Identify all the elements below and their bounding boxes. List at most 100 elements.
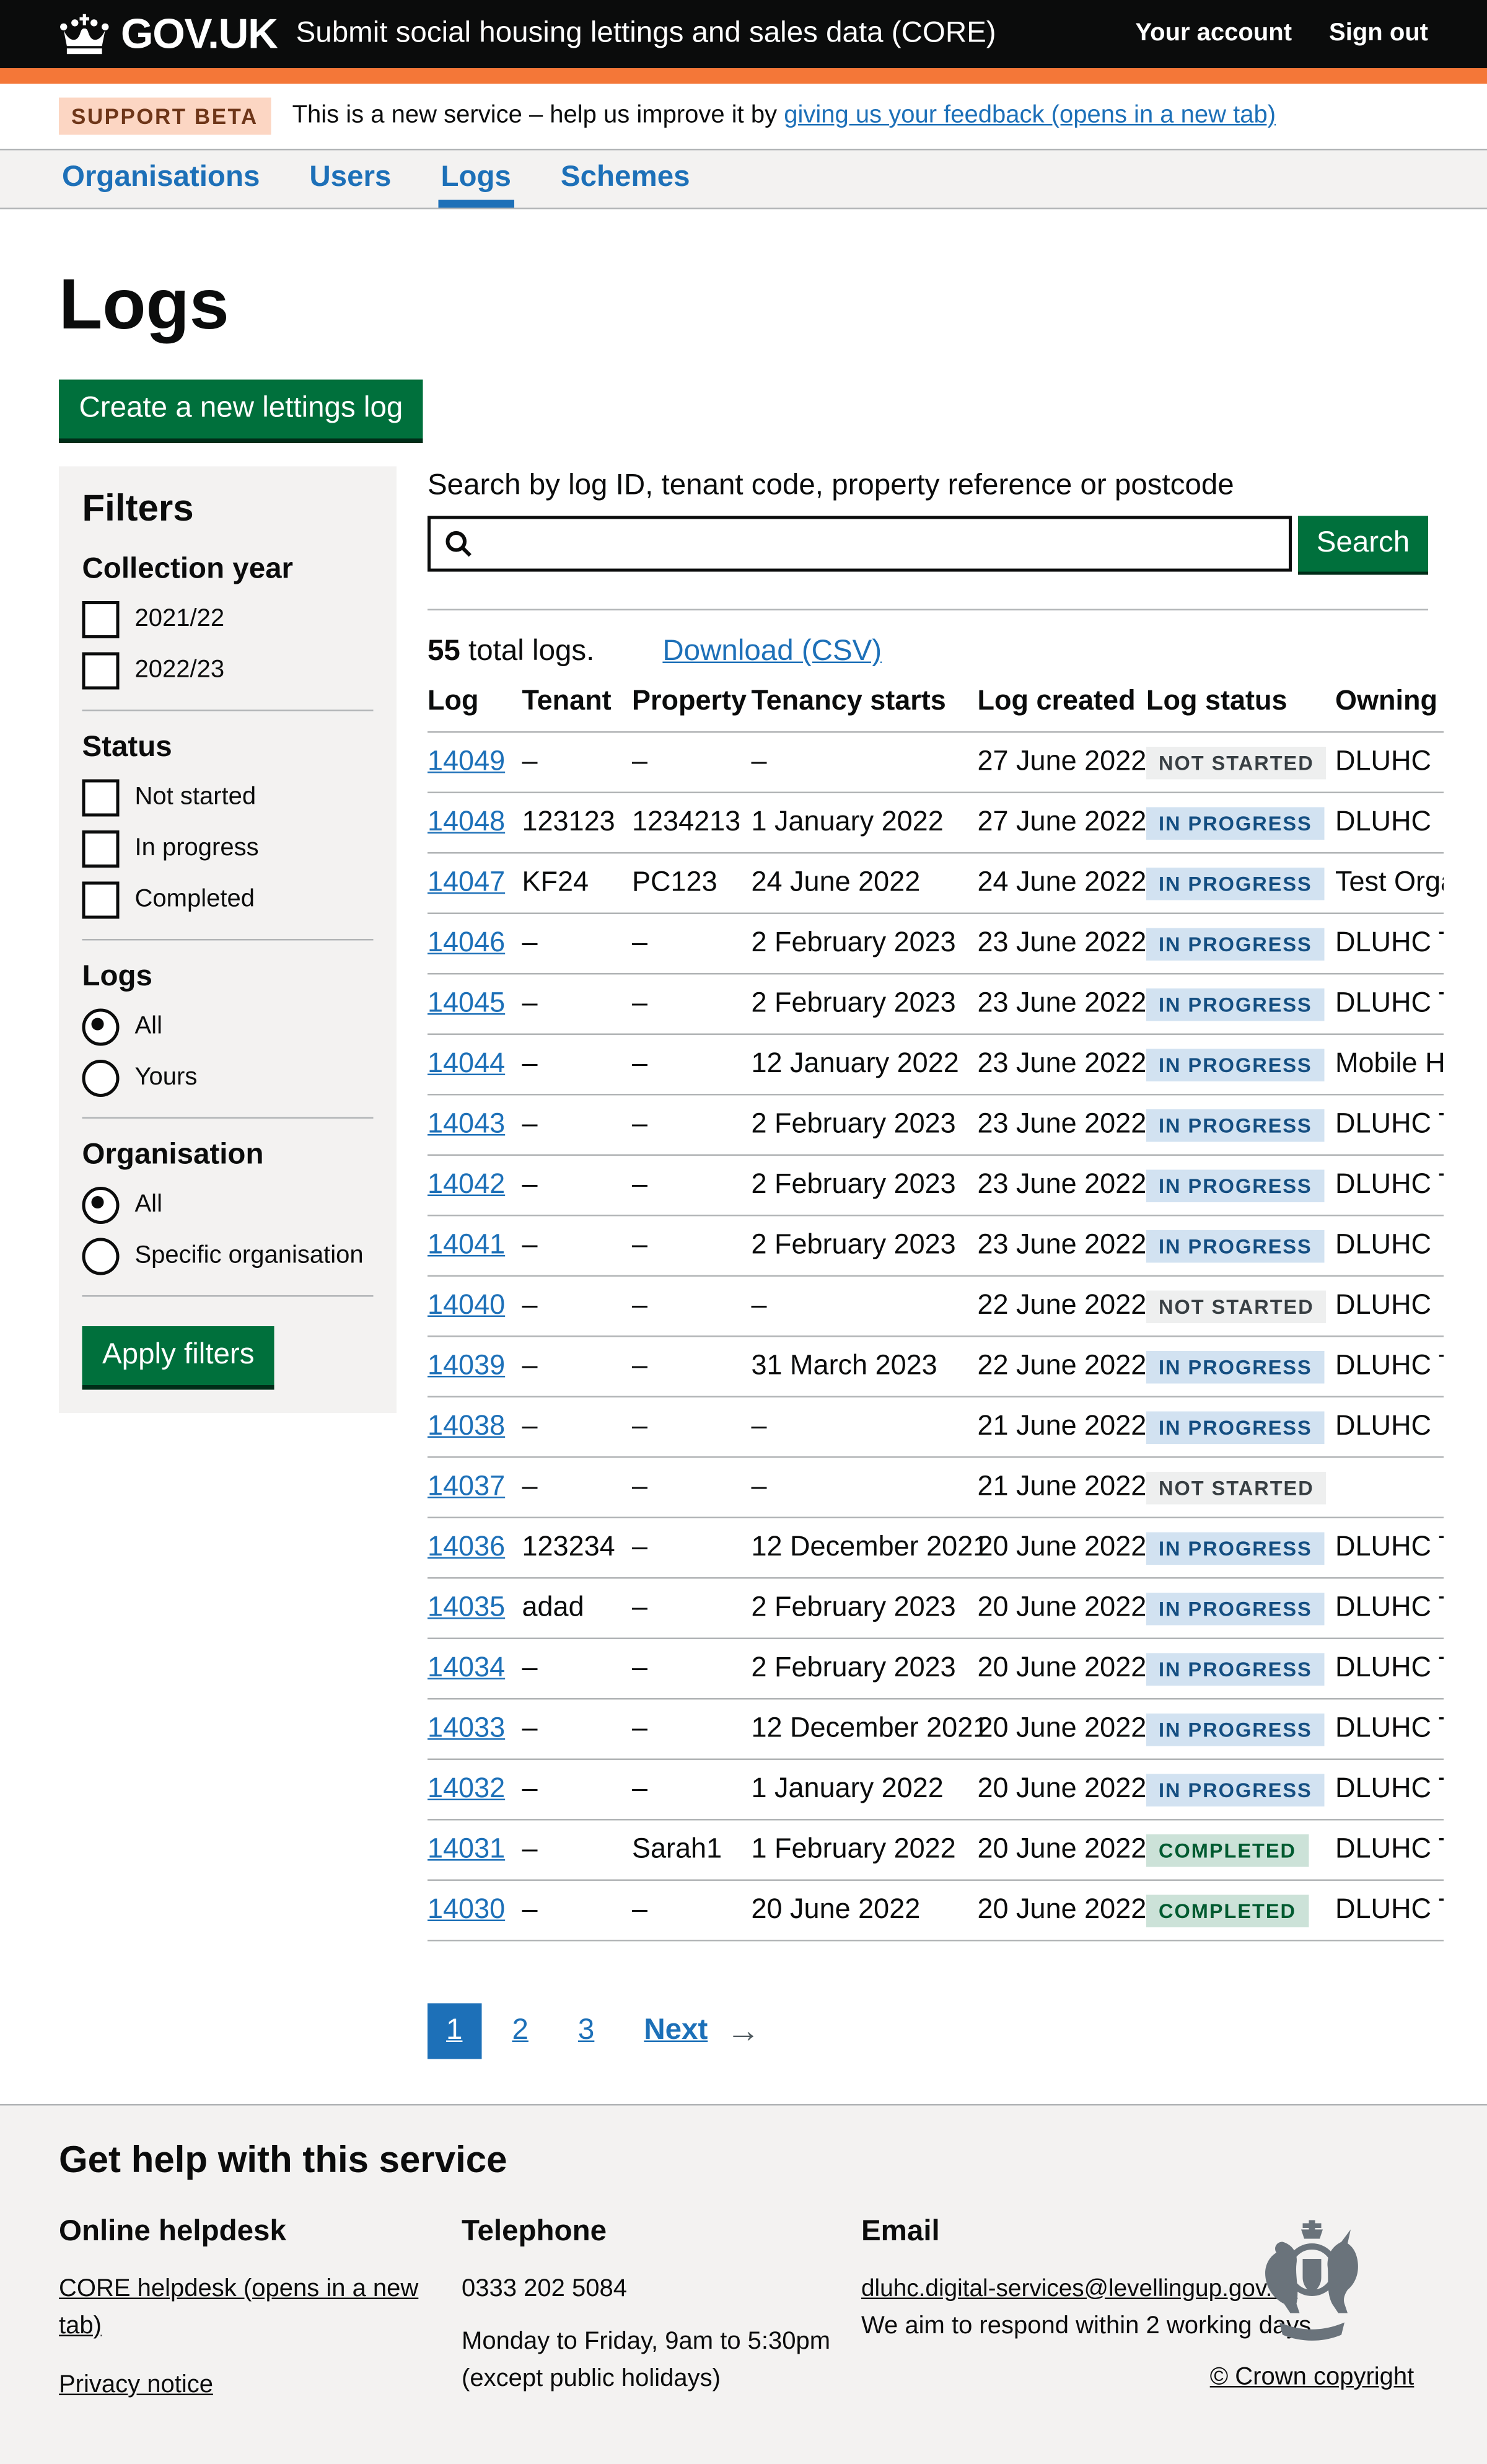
- log-id-cell: 14045: [428, 974, 522, 1034]
- search-input[interactable]: [483, 526, 1276, 563]
- header: GOV.UK Submit social housing lettings an…: [0, 0, 1487, 84]
- checkbox[interactable]: [82, 653, 120, 690]
- owning-organisation-cell: DLUHC: [1335, 732, 1444, 793]
- log-id-link[interactable]: 14030: [428, 1893, 505, 1924]
- nav-tab[interactable]: Organisations: [59, 151, 263, 208]
- log-id-link[interactable]: 14037: [428, 1471, 505, 1502]
- radio-button[interactable]: [82, 1009, 120, 1046]
- checkbox[interactable]: [82, 601, 120, 638]
- checkbox[interactable]: [82, 830, 120, 868]
- status-badge: IN PROGRESS: [1146, 1774, 1325, 1807]
- checkbox[interactable]: [82, 780, 120, 817]
- filter-divider: [82, 1295, 374, 1297]
- sign-out-link[interactable]: Sign out: [1329, 20, 1428, 48]
- phase-banner-message: This is a new service – help us improve …: [292, 102, 784, 129]
- feedback-link[interactable]: giving us your feedback (opens in a new …: [784, 102, 1276, 129]
- privacy-notice-link[interactable]: Privacy notice: [59, 2372, 213, 2400]
- pagination-page[interactable]: 1: [428, 2004, 481, 2059]
- govuk-home-link[interactable]: GOV.UK: [59, 10, 278, 58]
- log-id-link[interactable]: 14035: [428, 1591, 505, 1622]
- log-id-link[interactable]: 14031: [428, 1833, 505, 1864]
- log-id-link[interactable]: 14040: [428, 1289, 505, 1320]
- nav-tab[interactable]: Users: [306, 151, 394, 208]
- apply-filters-button[interactable]: Apply filters: [82, 1326, 275, 1385]
- log-id-link[interactable]: 14049: [428, 746, 505, 777]
- nav-tab[interactable]: Logs: [437, 151, 514, 208]
- log-id-link[interactable]: 14045: [428, 987, 505, 1018]
- log-status-cell: IN PROGRESS: [1146, 1397, 1335, 1458]
- log-id-cell: 14049: [428, 732, 522, 793]
- download-csv-link[interactable]: Download (CSV): [662, 635, 882, 669]
- telephone-hours-line2: (except public holidays): [462, 2361, 861, 2398]
- organisation-option[interactable]: Specific organisation: [82, 1238, 374, 1275]
- property-cell: –: [632, 913, 752, 974]
- tenant-cell: –: [522, 1880, 633, 1941]
- logs-option[interactable]: All: [82, 1009, 374, 1046]
- beta-tag: SUPPORT BETA: [59, 98, 271, 135]
- tenant-cell: adad: [522, 1578, 633, 1639]
- table-header-row: Log Tenant Property Tenancy starts Log c…: [428, 679, 1444, 732]
- service-name[interactable]: Submit social housing lettings and sales…: [296, 17, 996, 51]
- create-lettings-log-button[interactable]: Create a new lettings log: [59, 380, 423, 439]
- pagination-next-link[interactable]: Next: [644, 2014, 708, 2048]
- owning-organisation-cell: DLUHC Test: [1335, 1155, 1444, 1216]
- log-created-cell: 27 June 2022: [978, 732, 1147, 793]
- radio-button[interactable]: [82, 1238, 120, 1275]
- status-badge: IN PROGRESS: [1146, 1351, 1325, 1384]
- log-id-link[interactable]: 14034: [428, 1652, 505, 1683]
- log-id-link[interactable]: 14039: [428, 1350, 505, 1381]
- property-cell: PC123: [632, 853, 752, 913]
- log-id-cell: 14032: [428, 1759, 522, 1820]
- log-id-link[interactable]: 14043: [428, 1108, 505, 1139]
- search-row: Search: [428, 516, 1428, 572]
- tenancy-starts-cell: –: [752, 732, 978, 793]
- filter-group-organisation: Organisation All Specific organisation: [82, 1139, 374, 1275]
- tenant-cell: –: [522, 732, 633, 793]
- tenancy-starts-cell: 12 December 2021: [752, 1699, 978, 1759]
- log-status-cell: COMPLETED: [1146, 1880, 1335, 1941]
- log-created-cell: 23 June 2022: [978, 1094, 1147, 1155]
- log-id-link[interactable]: 14036: [428, 1531, 505, 1562]
- log-id-link[interactable]: 14042: [428, 1168, 505, 1199]
- online-helpdesk-title: Online helpdesk: [59, 2211, 462, 2255]
- radio-button[interactable]: [82, 1187, 120, 1224]
- log-status-cell: IN PROGRESS: [1146, 1215, 1335, 1276]
- log-id-cell: 14036: [428, 1518, 522, 1578]
- organisation-heading: Organisation: [82, 1139, 374, 1173]
- collection-year-option[interactable]: 2022/23: [82, 653, 374, 690]
- col-header-owning-organisation: Owning organisation: [1335, 679, 1444, 732]
- checkbox[interactable]: [82, 882, 120, 919]
- search-button[interactable]: Search: [1298, 516, 1428, 572]
- status-option[interactable]: In progress: [82, 830, 374, 868]
- status-badge: IN PROGRESS: [1146, 1170, 1325, 1203]
- organisation-option[interactable]: All: [82, 1187, 374, 1224]
- crown-copyright-link[interactable]: © Crown copyright: [1210, 2364, 1415, 2392]
- status-heading: Status: [82, 731, 374, 765]
- core-helpdesk-link[interactable]: CORE helpdesk (opens in a new tab): [59, 2275, 418, 2339]
- table-row: 14044 – – 12 January 2022 23 June 2022 I…: [428, 1034, 1444, 1095]
- radio-button[interactable]: [82, 1060, 120, 1097]
- tenancy-starts-cell: –: [752, 1397, 978, 1458]
- log-id-link[interactable]: 14032: [428, 1772, 505, 1803]
- log-id-link[interactable]: 14047: [428, 866, 505, 897]
- footer-telephone: Telephone 0333 202 5084 Monday to Friday…: [462, 2211, 861, 2398]
- logs-option[interactable]: Yours: [82, 1060, 374, 1097]
- log-id-cell: 14044: [428, 1034, 522, 1095]
- your-account-link[interactable]: Your account: [1135, 20, 1292, 48]
- table-row: 14035 adad – 2 February 2023 20 June 202…: [428, 1578, 1444, 1639]
- status-option[interactable]: Completed: [82, 882, 374, 919]
- pagination-page[interactable]: 2: [493, 2004, 546, 2059]
- collection-year-option[interactable]: 2021/22: [82, 601, 374, 638]
- log-id-link[interactable]: 14041: [428, 1229, 505, 1260]
- log-id-link[interactable]: 14044: [428, 1047, 505, 1078]
- nav-tab[interactable]: Schemes: [558, 151, 693, 208]
- pagination: 1 2 3 Next →: [428, 2004, 1444, 2059]
- log-id-link[interactable]: 14038: [428, 1410, 505, 1441]
- status-option[interactable]: Not started: [82, 780, 374, 817]
- log-id-link[interactable]: 14033: [428, 1712, 505, 1743]
- log-id-link[interactable]: 14048: [428, 806, 505, 837]
- checkbox-label: Not started: [135, 784, 257, 812]
- pagination-page[interactable]: 3: [559, 2004, 613, 2059]
- log-id-link[interactable]: 14046: [428, 926, 505, 957]
- search-icon: [443, 529, 474, 560]
